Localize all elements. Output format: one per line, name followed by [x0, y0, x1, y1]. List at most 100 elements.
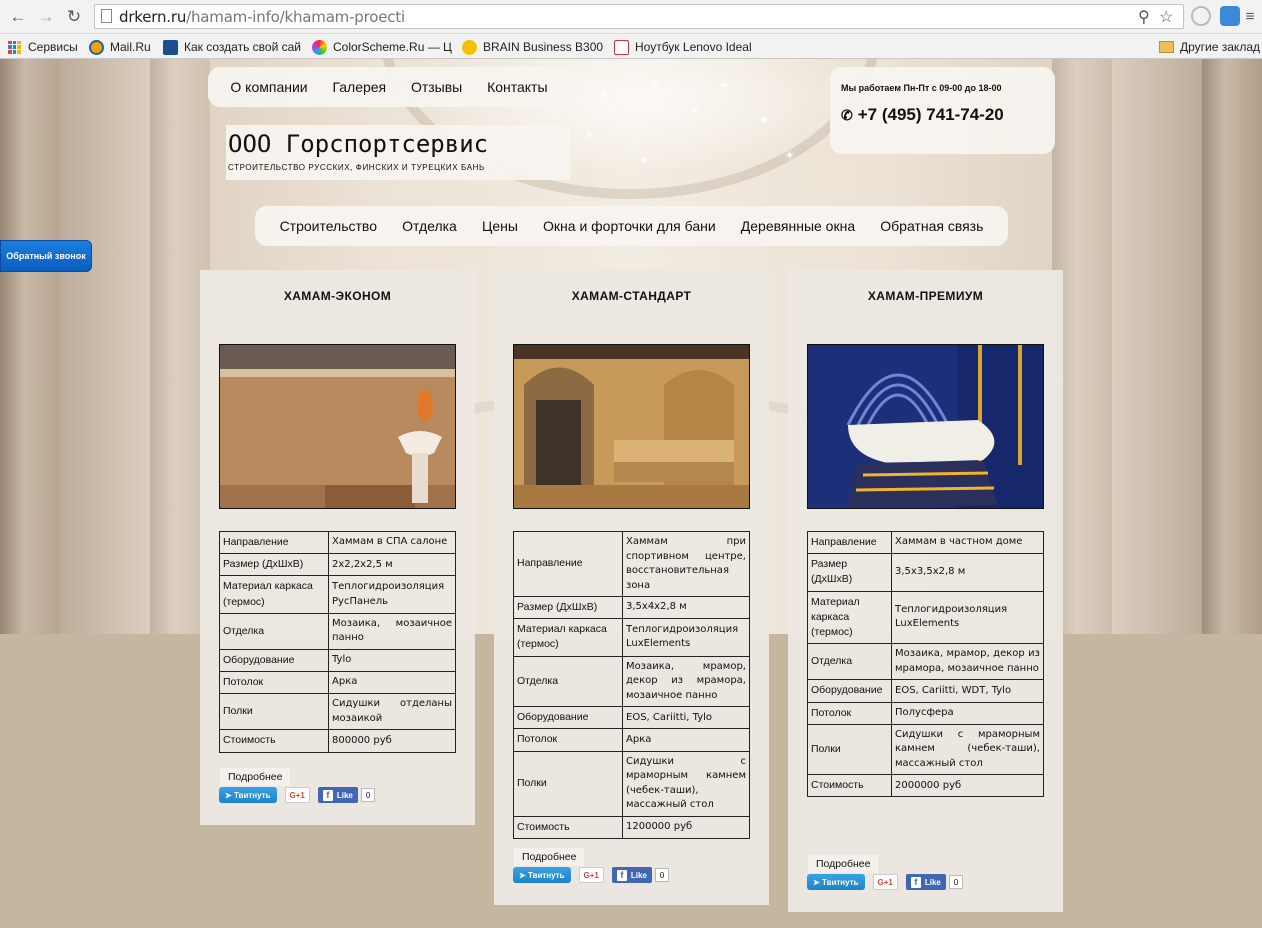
nav-sauna-windows[interactable]: Окна и форточки для бани — [543, 218, 716, 234]
bookmark-star-icon[interactable]: ☆ — [1159, 7, 1173, 27]
facebook-like[interactable]: f Like 0 — [611, 867, 670, 883]
table-row: Оборудование EOS, Cariitti, WDT, Tylo — [807, 679, 1044, 703]
spec-value: 1200000 руб — [622, 815, 750, 839]
back-arrow-icon[interactable]: ← — [8, 7, 28, 27]
spec-key: Размер (ДхШхВ) — [513, 595, 623, 620]
menu-icon[interactable]: ≡ — [1240, 7, 1260, 27]
logo[interactable]: ООО Горспортсервис Строительство русских… — [226, 125, 570, 180]
table-row: Размер (ДхШхВ) 3,5х3,5х2,8 м — [807, 553, 1044, 592]
twitter-bird-icon: ➤ — [519, 870, 528, 880]
nav-finishing[interactable]: Отделка — [402, 218, 457, 234]
tweet-label: Твитнуть — [527, 870, 565, 880]
nav-prices[interactable]: Цены — [482, 218, 518, 234]
nav-reviews[interactable]: Отзывы — [411, 79, 462, 95]
nav-wooden-windows[interactable]: Деревянные окна — [741, 218, 855, 234]
table-row: Размер (ДхШхВ) 2х2,2х2,5 м — [219, 553, 456, 577]
url-text: drkern.ru/hamam-info/khamam-proecti — [119, 8, 405, 26]
spec-key: Полки — [513, 750, 623, 817]
table-row: Размер (ДхШхВ) 3,5х4х2,8 м — [513, 595, 750, 620]
spec-key: Отделка — [219, 612, 329, 650]
table-row: Материал каркаса (термос) Теплогидроизоля… — [219, 575, 456, 614]
column-left — [0, 59, 60, 634]
phone-icon: ✆ — [841, 106, 853, 123]
more-button[interactable]: Подробнее — [220, 768, 291, 786]
tweet-button[interactable]: ➤ Твитнуть — [219, 787, 277, 803]
like-button[interactable]: f Like — [317, 787, 358, 803]
spec-value: Теплогидроизоляция РусПанель — [328, 575, 456, 614]
blocked-extension-icon[interactable] — [1191, 6, 1211, 26]
spec-key: Полки — [219, 693, 329, 731]
spec-key: Потолок — [807, 701, 892, 725]
bookmark-mailru[interactable]: Mail.Ru — [89, 38, 151, 56]
gplus-button[interactable]: G+1 — [578, 867, 604, 883]
bookmark-label: Mail.Ru — [110, 40, 151, 54]
phone-text: +7 (495) 741-74-20 — [857, 105, 1004, 124]
more-button[interactable]: Подробнее — [808, 855, 879, 873]
dome-light: ✦ — [785, 150, 795, 162]
bookmark-lenovo[interactable]: Ноутбук Lenovo Ideal — [614, 38, 752, 56]
tweet-button[interactable]: ➤ Твитнуть — [807, 874, 865, 890]
dome-light: ✦ — [585, 130, 595, 142]
spec-key: Размер (ДхШхВ) — [219, 553, 329, 577]
like-count: 0 — [360, 788, 376, 802]
spec-value: Сидушки с мраморным камнем (чебек-таши),… — [622, 750, 750, 817]
hamam-econom-photo — [219, 344, 456, 509]
nav-gallery[interactable]: Галерея — [332, 79, 386, 95]
tweet-button[interactable]: ➤ Твитнуть — [513, 867, 571, 883]
bookmark-create-site[interactable]: Как создать свой сай — [163, 38, 301, 56]
hamam-standard-photo — [513, 344, 750, 509]
spec-key: Оборудование — [807, 679, 892, 703]
facebook-like[interactable]: f Like 0 — [905, 874, 964, 890]
callback-button[interactable]: Обратный звонок — [0, 240, 92, 272]
facebook-like[interactable]: f Like 0 — [317, 787, 376, 803]
nav-feedback[interactable]: Обратная связь — [880, 218, 983, 234]
table-row: Потолок Арка — [513, 728, 750, 752]
card-econom: ХАМАМ-ЭКОНОМ Направление Хаммам в СПА сал… — [200, 270, 475, 825]
spec-value: Сидушки с мраморным камнем (чебек-таши),… — [891, 723, 1044, 776]
nav-construction[interactable]: Строительство — [280, 218, 377, 234]
standard-photo-art — [514, 345, 749, 508]
share-buttons: ➤ Твитнуть G+1 f Like 0 — [219, 787, 376, 803]
table-row: Стоимость 2000000 руб — [807, 774, 1044, 798]
like-button[interactable]: f Like — [905, 874, 946, 890]
bookmark-apps[interactable]: Сервисы — [8, 38, 78, 56]
gplus-button[interactable]: G+1 — [872, 874, 898, 890]
forward-arrow-icon[interactable]: → — [36, 7, 56, 27]
address-bar[interactable]: drkern.ru/hamam-info/khamam-proecti ⚲ ☆ — [94, 4, 1184, 29]
nav-contacts[interactable]: Контакты — [487, 79, 547, 95]
zoom-search-icon[interactable]: ⚲ — [1138, 7, 1150, 27]
url-path: /hamam-info/khamam-proecti — [186, 8, 405, 26]
gplus-button[interactable]: G+1 — [284, 787, 310, 803]
spec-key: Отделка — [807, 643, 892, 681]
working-hours: Мы работаем Пн-Пт с 09-00 до 18-00 — [841, 83, 1002, 93]
phone-number[interactable]: ✆ +7 (495) 741-74-20 — [841, 105, 1004, 125]
bookmark-colorscheme[interactable]: ColorScheme.Ru — Ц — [312, 38, 452, 56]
brain-icon — [462, 39, 477, 55]
spec-value: Теплогидроизоляция LuxElements — [622, 618, 750, 657]
hamam-premium-photo — [807, 344, 1044, 509]
spec-value: Хаммам при спортивном центре, восстанови… — [622, 531, 750, 597]
bookmark-other-folder[interactable]: Другие заклад — [1159, 38, 1260, 56]
spec-value: 3,5х4х2,8 м — [622, 595, 750, 620]
spec-value: 2х2,2х2,5 м — [328, 553, 456, 577]
bookmark-label: Другие заклад — [1180, 40, 1260, 54]
share-buttons: ➤ Твитнуть G+1 f Like 0 — [513, 867, 670, 883]
card-title: ХАМАМ-ПРЕМИУМ — [867, 289, 984, 303]
extension-icon[interactable] — [1220, 6, 1240, 26]
table-row: Отделка Мозаика, мозаичное панно — [219, 612, 456, 650]
spec-key: Отделка — [513, 655, 623, 708]
column-right — [1202, 59, 1262, 634]
bookmark-brain[interactable]: BRAIN Business B300 — [462, 38, 603, 56]
like-button[interactable]: f Like — [611, 867, 652, 883]
table-row: Полки Сидушки отделаны мозаикой — [219, 693, 456, 731]
card-title: ХАМАМ-СТАНДАРТ — [571, 289, 692, 303]
page-icon — [101, 9, 112, 23]
reload-icon[interactable]: ↻ — [64, 7, 84, 27]
table-row: Направление Хаммам в частном доме — [807, 530, 1044, 555]
nav-about[interactable]: О компании — [230, 79, 307, 95]
bookmark-label: BRAIN Business B300 — [483, 40, 604, 54]
table-row: Направление Хаммам при спортивном центре,… — [513, 531, 750, 597]
twitter-bird-icon: ➤ — [813, 877, 822, 887]
more-button[interactable]: Подробнее — [514, 848, 585, 866]
dome-light: ✦ — [640, 155, 650, 167]
